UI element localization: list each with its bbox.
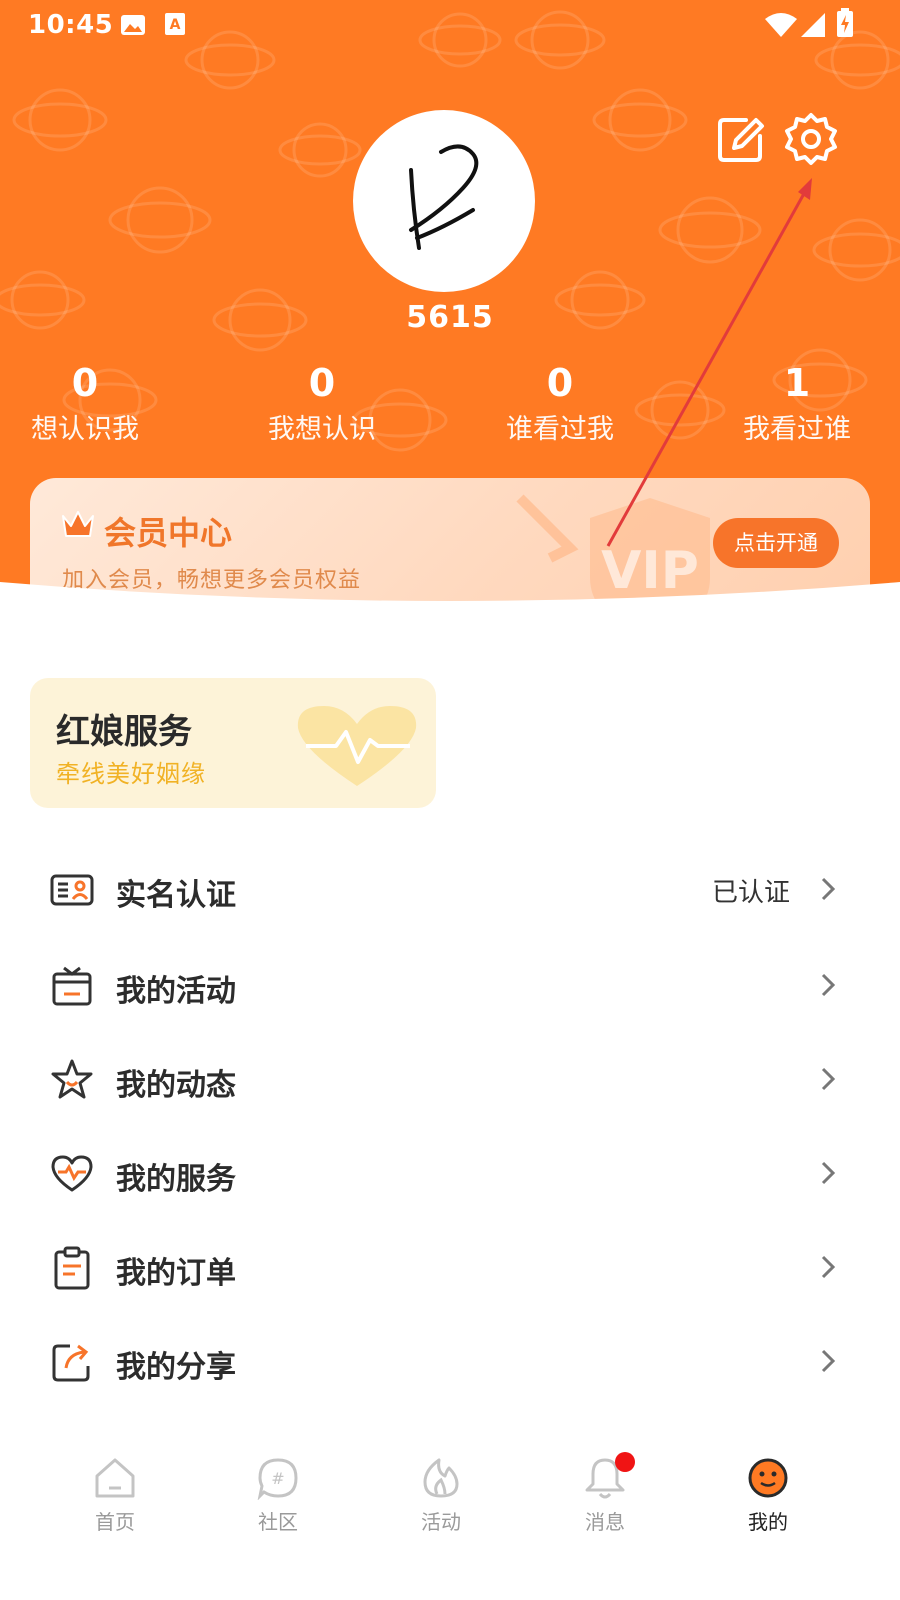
tab-messages[interactable]: 消息 — [545, 1452, 665, 1566]
status-bar: 10:45 A — [0, 0, 900, 48]
tab-label: 社区 — [258, 1510, 298, 1534]
tab-label: 首页 — [95, 1510, 135, 1534]
stat-want-to-know-me[interactable]: 0 想认识我 — [0, 360, 185, 450]
heart-pulse-icon — [51, 1155, 93, 1192]
heart-pulse-decoration — [297, 706, 417, 786]
username: 5615 — [406, 300, 494, 335]
menu-item-my-moments[interactable]: 我的动态 — [30, 1032, 870, 1128]
id-card-icon — [50, 874, 94, 906]
profile-face-icon — [748, 1458, 788, 1498]
stat-value: 0 — [546, 361, 574, 405]
tv-icon — [52, 966, 92, 1006]
menu-item-real-name-auth[interactable]: 实名认证 已认证 — [30, 842, 870, 938]
star-icon — [51, 1059, 93, 1099]
crown-icon — [62, 511, 94, 537]
matchmaker-service-card[interactable]: 红娘服务 牵线美好姻缘 — [30, 678, 436, 808]
vip-title: 会员中心 — [104, 514, 233, 552]
edit-icon[interactable] — [716, 114, 766, 164]
matchmaker-subtitle: 牵线美好姻缘 — [56, 760, 206, 788]
share-icon — [52, 1344, 90, 1382]
menu-item-label: 我的动态 — [116, 1068, 236, 1103]
battery-charging-icon — [837, 8, 853, 37]
unread-badge — [615, 1452, 635, 1472]
menu-item-label: 我的订单 — [116, 1256, 236, 1291]
signal-icon — [801, 13, 825, 37]
tab-label: 活动 — [421, 1510, 461, 1534]
stat-who-viewed-me[interactable]: 0 谁看过我 — [460, 360, 660, 450]
tab-label: 我的 — [748, 1510, 788, 1534]
image-icon — [121, 15, 145, 35]
chevron-right-icon — [821, 877, 836, 901]
menu-item-label: 我的分享 — [116, 1350, 236, 1385]
tab-community[interactable]: # 社区 — [218, 1456, 338, 1566]
menu-item-my-orders[interactable]: 我的订单 — [30, 1220, 870, 1316]
stat-value: 1 — [783, 361, 811, 405]
font-icon: A — [165, 13, 185, 35]
stat-label: 我想认识 — [268, 414, 376, 445]
chevron-right-icon — [821, 1067, 836, 1091]
chevron-right-icon — [821, 1349, 836, 1373]
tab-home[interactable]: 首页 — [55, 1456, 175, 1566]
stat-value: 0 — [308, 361, 336, 405]
stat-who-i-viewed[interactable]: 1 我看过谁 — [697, 360, 897, 450]
chevron-right-icon — [821, 1161, 836, 1185]
stat-label: 想认识我 — [31, 414, 139, 445]
gear-icon[interactable] — [784, 112, 838, 166]
clipboard-icon — [54, 1246, 90, 1290]
avatar-drawing — [409, 144, 479, 250]
hashtag-bubble-icon: # — [257, 1458, 298, 1500]
stat-label: 谁看过我 — [506, 414, 614, 445]
menu-item-my-services[interactable]: 我的服务 — [30, 1126, 870, 1222]
matchmaker-title: 红娘服务 — [56, 712, 192, 752]
menu-item-label: 我的活动 — [116, 974, 236, 1009]
svg-text:A: A — [170, 17, 181, 33]
tab-mine[interactable]: 我的 — [708, 1456, 828, 1566]
svg-text:#: # — [271, 1469, 284, 1488]
status-time: 10:45 — [28, 10, 114, 40]
chevron-right-icon — [821, 1255, 836, 1279]
wifi-icon — [765, 13, 797, 37]
menu-item-my-shares[interactable]: 我的分享 — [30, 1314, 870, 1410]
tab-label: 消息 — [585, 1510, 625, 1534]
verification-status: 已认证 — [711, 878, 790, 908]
bottom-tab-bar: 首页 # 社区 活动 消息 我的 — [0, 1438, 900, 1600]
menu-item-my-activities[interactable]: 我的活动 — [30, 938, 870, 1034]
menu-item-label: 实名认证 — [116, 878, 236, 913]
menu-item-label: 我的服务 — [116, 1162, 236, 1197]
stat-value: 0 — [71, 361, 99, 405]
flame-icon — [423, 1458, 459, 1498]
chevron-right-icon — [821, 973, 836, 997]
avatar[interactable] — [353, 110, 535, 292]
stat-label: 我看过谁 — [743, 414, 851, 445]
home-icon — [95, 1458, 135, 1498]
tab-activities[interactable]: 活动 — [381, 1456, 501, 1566]
menu-list: 实名认证 已认证 我的活动 我的动态 我的服务 我的订单 我的分享 — [30, 838, 870, 1438]
stat-i-want-to-know[interactable]: 0 我想认识 — [222, 360, 422, 450]
